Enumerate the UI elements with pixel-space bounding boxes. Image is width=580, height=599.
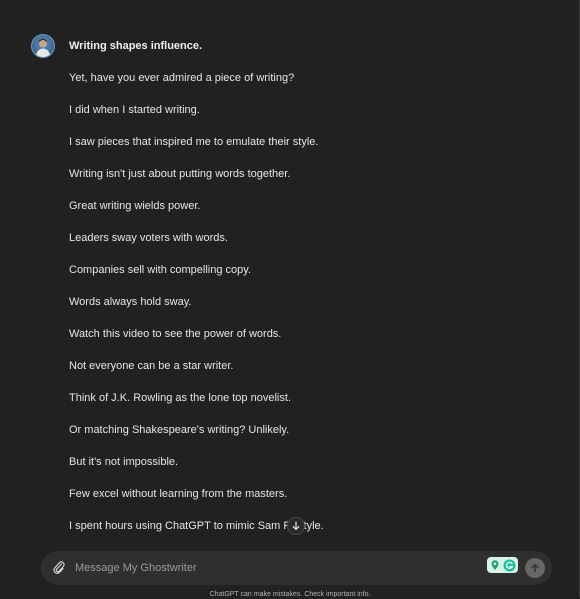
message-line: I spent hours using ChatGPT to mimic Sam… (69, 520, 324, 532)
message-line: Few excel without learning from the mast… (69, 488, 288, 500)
attach-button[interactable] (52, 560, 66, 576)
message-text: Writing shapes influence. Yet, have you … (69, 40, 549, 552)
message-line: Yet, have you ever admired a piece of wr… (69, 72, 295, 84)
message-line: I saw pieces that inspired me to emulate… (69, 136, 319, 148)
message-line: Or matching Shakespeare's writing? Unlik… (69, 424, 290, 436)
arrow-up-icon (531, 563, 539, 573)
scroll-to-bottom-button[interactable] (287, 517, 305, 535)
grammar-extension-button[interactable] (487, 557, 518, 573)
message-line: Great writing wields power. (69, 200, 201, 212)
message-line: Companies sell with compelling copy. (69, 264, 251, 276)
send-button[interactable] (525, 558, 545, 578)
message-input[interactable] (75, 560, 475, 576)
grammar-extension-icon (503, 559, 516, 571)
message-line: But it's not impossible. (69, 456, 179, 468)
message-line: Leaders sway voters with words. (69, 232, 228, 244)
message-composer (41, 551, 552, 585)
message-line: Writing shapes influence. (69, 40, 203, 52)
arrow-down-icon (292, 521, 300, 530)
message-line: Think of J.K. Rowling as the lone top no… (69, 392, 291, 404)
message-line: Watch this video to see the power of wor… (69, 328, 282, 340)
message-line: I did when I started writing. (69, 104, 200, 116)
map-pin-icon (491, 560, 499, 570)
message-line: Writing isn't just about putting words t… (69, 168, 291, 180)
disclaimer-text: ChatGPT can make mistakes. Check importa… (209, 591, 371, 598)
message-line: Not everyone can be a star writer. (69, 360, 234, 372)
paperclip-icon (53, 561, 65, 574)
user-avatar-icon[interactable] (31, 34, 55, 58)
message-line: Words always hold sway. (69, 296, 192, 308)
